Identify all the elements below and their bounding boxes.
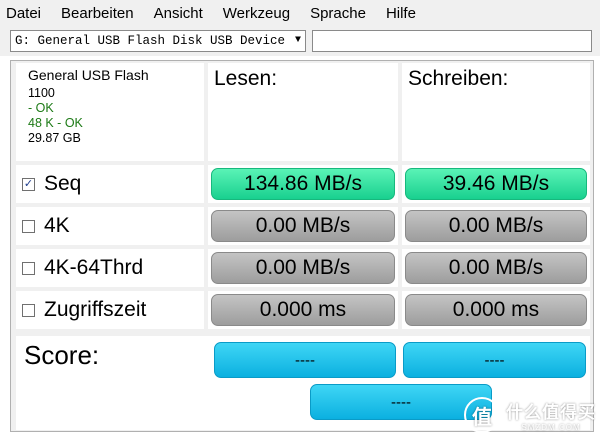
seq-write-button[interactable]: 39.46 MB/s (405, 168, 587, 200)
zugriffszeit-write-cell: 0.000 ms (402, 291, 590, 329)
seq-read-value: 134.86 MB/s (244, 172, 362, 195)
4k-write-cell: 0.00 MB/s (402, 207, 590, 245)
device-size: 29.87 GB (28, 131, 81, 145)
seq-read-cell: 134.86 MB/s (208, 165, 398, 203)
row-label-4k-64thrd[interactable]: 4K-64Thrd (16, 249, 204, 287)
row-label-seq[interactable]: ✓ Seq (16, 165, 204, 203)
menu-ansicht[interactable]: Ansicht (146, 5, 215, 22)
score-read-value: ---- (295, 351, 315, 369)
4k-64thrd-read-value: 0.00 MB/s (255, 256, 351, 279)
chevron-down-icon[interactable]: ▼ (295, 31, 301, 51)
device-status-1: - OK (28, 101, 54, 115)
watermark-main: 什么值得买 (506, 403, 596, 422)
extra-input[interactable] (312, 30, 592, 52)
score-write-value: ---- (484, 351, 505, 369)
watermark-text: 什么值得买 SMZDM.COM (506, 398, 596, 432)
seq-checkbox[interactable]: ✓ (22, 177, 35, 191)
watermark: 值 什么值得买 SMZDM.COM (464, 397, 596, 433)
zugriffszeit-write-value: 0.000 ms (452, 298, 540, 321)
seq-write-value: 39.46 MB/s (442, 172, 550, 195)
zugriffszeit-write-button[interactable]: 0.000 ms (405, 294, 587, 326)
device-info: General USB Flash 1100 - OK 48 K - OK 29… (16, 63, 204, 161)
row-label-4k[interactable]: 4K (16, 207, 204, 245)
zugriffszeit-read-button[interactable]: 0.000 ms (211, 294, 395, 326)
4k-read-button[interactable]: 0.00 MB/s (211, 210, 395, 242)
watermark-logo-icon: 值 (464, 397, 500, 433)
4k-read-cell: 0.00 MB/s (208, 207, 398, 245)
score-write-button[interactable]: ---- (403, 342, 586, 378)
row-label-text: Zugriffszeit (44, 298, 147, 321)
4k-64thrd-write-cell: 0.00 MB/s (402, 249, 590, 287)
4k-64thrd-write-button[interactable]: 0.00 MB/s (405, 252, 587, 284)
score-read-button[interactable]: ---- (214, 342, 396, 378)
toolbar: G: General USB Flash Disk USB Device ▼ (0, 26, 600, 56)
zugriffszeit-checkbox[interactable] (22, 303, 35, 317)
row-label-text: Seq (44, 172, 82, 195)
row-label-text: 4K (44, 214, 70, 237)
menu-bearbeiten[interactable]: Bearbeiten (53, 5, 146, 22)
4k-64thrd-read-button[interactable]: 0.00 MB/s (211, 252, 395, 284)
menu-hilfe[interactable]: Hilfe (378, 5, 428, 22)
4k-read-value: 0.00 MB/s (255, 214, 351, 237)
4k-64thrd-checkbox[interactable] (22, 261, 35, 275)
score-total-value: ---- (391, 393, 411, 411)
menu-sprache[interactable]: Sprache (302, 5, 378, 22)
menu-datei[interactable]: Datei (0, 5, 53, 22)
4k-write-value: 0.00 MB/s (448, 214, 544, 237)
column-header-write: Schreiben: (402, 63, 590, 161)
row-label-zugriffszeit[interactable]: Zugriffszeit (16, 291, 204, 329)
device-status-2: 48 K - OK (28, 116, 83, 130)
device-firmware: 1100 (28, 86, 55, 100)
drive-select[interactable]: G: General USB Flash Disk USB Device ▼ (10, 30, 306, 52)
score-label: Score: (24, 340, 100, 370)
4k-64thrd-read-cell: 0.00 MB/s (208, 249, 398, 287)
zugriffszeit-read-cell: 0.000 ms (208, 291, 398, 329)
4k-write-button[interactable]: 0.00 MB/s (405, 210, 587, 242)
row-label-text: 4K-64Thrd (44, 256, 144, 279)
device-name: General USB Flash (28, 67, 149, 83)
seq-read-button[interactable]: 134.86 MB/s (211, 168, 395, 200)
watermark-sub: SMZDM.COM (521, 423, 581, 432)
seq-write-cell: 39.46 MB/s (402, 165, 590, 203)
4k-checkbox[interactable] (22, 219, 35, 233)
menu-werkzeug[interactable]: Werkzeug (215, 5, 302, 22)
column-header-read: Lesen: (208, 63, 398, 161)
4k-64thrd-write-value: 0.00 MB/s (448, 256, 544, 279)
drive-select-value: G: General USB Flash Disk USB Device (15, 34, 286, 48)
menu-bar: Datei Bearbeiten Ansicht Werkzeug Sprach… (0, 0, 600, 26)
zugriffszeit-read-value: 0.000 ms (259, 298, 347, 321)
